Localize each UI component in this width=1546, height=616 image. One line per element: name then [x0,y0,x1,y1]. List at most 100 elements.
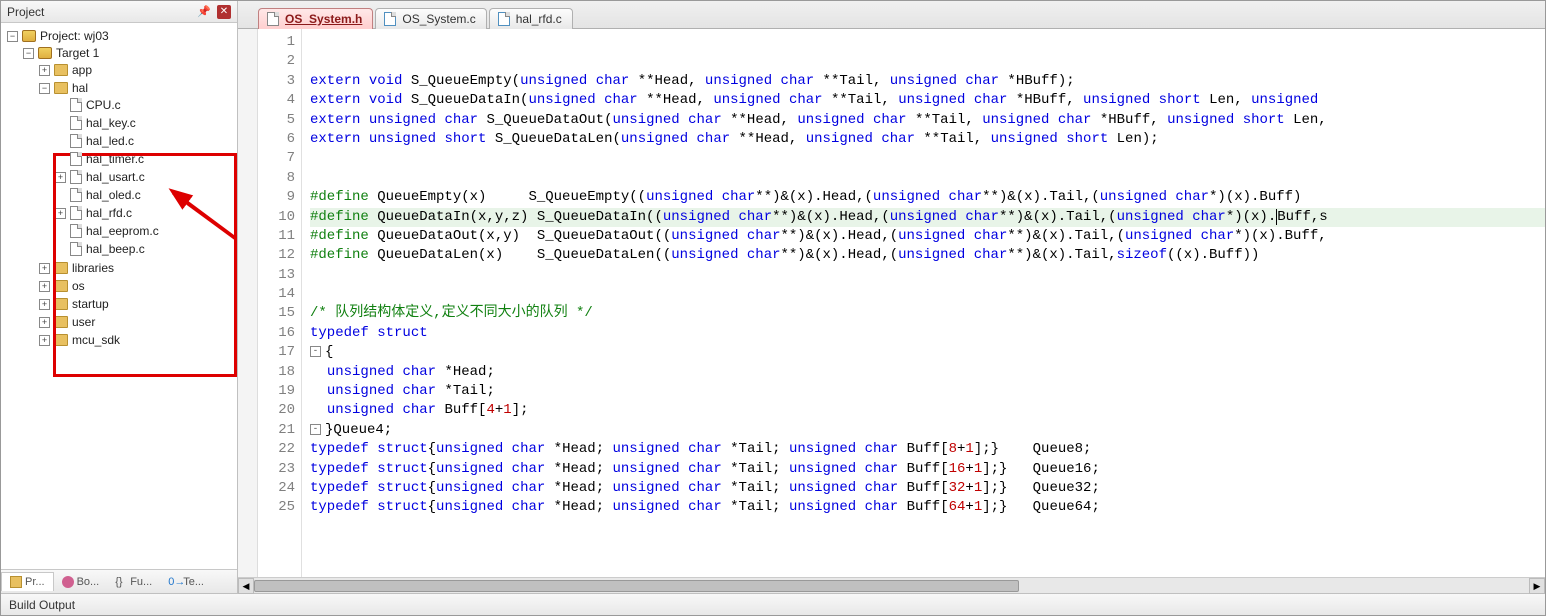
code-line-16[interactable]: typedef struct [310,324,1545,343]
file-hal_usart.c[interactable]: +hal_usart.c [53,169,237,185]
tree-item-label: Project: wj03 [40,29,109,43]
tree-item-label: hal_eeprom.c [86,224,159,238]
code-line-1[interactable] [310,33,1545,52]
file-icon [70,116,82,130]
tree-item-label: user [72,315,95,329]
ico-te-icon: 0→ [168,576,180,588]
editor-tab-label: OS_System.c [402,12,475,26]
target-icon [38,47,52,59]
file-CPU.c[interactable]: CPU.c [53,97,237,113]
scroll-track[interactable] [254,578,1529,593]
code-line-10[interactable]: #define QueueDataIn(x,y,z) S_QueueDataIn… [310,208,1545,227]
code-line-14[interactable] [310,285,1545,304]
group-user[interactable]: + user [37,314,237,330]
group-startup[interactable]: + startup [37,296,237,312]
panel-tab-label: Bo... [77,576,100,588]
group-os[interactable]: +os [37,278,237,294]
tree-toggle-icon [55,190,66,201]
scroll-right-button[interactable]: ▶ [1529,578,1545,594]
code-line-24[interactable]: typedef struct{unsigned char *Head; unsi… [310,479,1545,498]
code-line-3[interactable]: extern void S_QueueEmpty(unsigned char *… [310,72,1545,91]
panel-tab-Pr[interactable]: Pr... [1,572,54,591]
project-root[interactable]: − Project: wj03 [5,28,237,44]
editor-tab-OS_System-c[interactable]: OS_System.c [375,8,486,29]
tree-toggle-icon[interactable]: − [39,83,50,94]
code-line-17[interactable]: -{ [310,343,1545,362]
code-line-21[interactable]: -}Queue4; [310,421,1545,440]
folder-icon [54,298,68,310]
group-libraries[interactable]: +libraries [37,260,237,276]
tree-toggle-icon [55,100,66,111]
code-line-7[interactable] [310,149,1545,168]
folder-icon [54,334,68,346]
workbench: Project 📌 ✕ −Project: wj03−Target 1+app−… [1,1,1545,593]
tree-item-label: startup [72,297,109,311]
file-hal_timer.c[interactable]: hal_timer.c [53,151,237,167]
file-hal_rfd.c[interactable]: + hal_rfd.c [53,205,237,221]
editor-tab-label: OS_System.h [285,12,362,26]
project-panel-tabs[interactable]: Pr...Bo...{}Fu...0→Te... [1,569,237,593]
code-line-20[interactable]: unsigned char Buff[4+1]; [310,401,1545,420]
tree-toggle-icon [55,226,66,237]
pin-icon[interactable]: 📌 [197,5,211,18]
tree-toggle-icon[interactable]: − [7,31,18,42]
panel-tab-Bo[interactable]: Bo... [54,573,108,591]
file-hal_oled.c[interactable]: hal_oled.c [53,187,237,203]
ico-fu-icon: {} [115,576,127,588]
file-icon [70,242,82,256]
tree-toggle-icon[interactable]: + [39,335,50,346]
editor-tab-hal_rfd-c[interactable]: hal_rfd.c [489,8,573,29]
code-editor[interactable]: 1234567891011121314151617181920212223242… [238,29,1545,577]
code-line-19[interactable]: unsigned char *Tail; [310,382,1545,401]
target-node[interactable]: − Target 1 [21,45,237,61]
code-margin [238,29,258,577]
code-line-13[interactable] [310,266,1545,285]
tree-toggle-icon[interactable]: + [55,172,66,183]
panel-tab-label: Te... [183,576,204,588]
scroll-left-button[interactable]: ◀ [238,578,254,594]
group-hal[interactable]: −hal [37,80,237,96]
file-hal_key.c[interactable]: hal_key.c [53,115,237,131]
tree-toggle-icon[interactable]: + [39,263,50,274]
code-line-22[interactable]: typedef struct{unsigned char *Head; unsi… [310,440,1545,459]
group-mcu_sdk[interactable]: +mcu_sdk [37,332,237,348]
scroll-thumb[interactable] [254,580,1019,592]
code-line-12[interactable]: #define QueueDataLen(x) S_QueueDataLen((… [310,246,1545,265]
project-panel: Project 📌 ✕ −Project: wj03−Target 1+app−… [1,1,238,593]
group-app[interactable]: +app [37,62,237,78]
tree-toggle-icon[interactable]: + [39,299,50,310]
tree-toggle-icon[interactable]: + [39,65,50,76]
code-content[interactable]: extern void S_QueueEmpty(unsigned char *… [302,29,1545,577]
code-line-2[interactable] [310,52,1545,71]
editor-tab-bar[interactable]: OS_System.h OS_System.c hal_rfd.c [238,1,1545,29]
code-line-23[interactable]: typedef struct{unsigned char *Head; unsi… [310,460,1545,479]
code-line-8[interactable] [310,169,1545,188]
code-line-18[interactable]: unsigned char *Head; [310,363,1545,382]
close-icon[interactable]: ✕ [217,5,231,19]
editor-hscroll[interactable]: ◀ ▶ [238,577,1545,593]
code-line-4[interactable]: extern void S_QueueDataIn(unsigned char … [310,91,1545,110]
editor-tab-OS_System-h[interactable]: OS_System.h [258,8,373,29]
project-panel-title: Project [7,5,44,19]
file-hal_led.c[interactable]: hal_led.c [53,133,237,149]
tree-item-label: hal_rfd.c [86,206,132,220]
file-hal_eeprom.c[interactable]: hal_eeprom.c [53,223,237,239]
tree-item-label: Target 1 [56,46,99,60]
code-line-6[interactable]: extern unsigned short S_QueueDataLen(uns… [310,130,1545,149]
tree-toggle-icon[interactable]: + [55,208,66,219]
file-icon [498,12,510,26]
tree-toggle-icon[interactable]: − [23,48,34,59]
panel-tab-Fu[interactable]: {}Fu... [107,573,160,591]
file-hal_beep.c[interactable]: hal_beep.c [53,241,237,257]
code-line-5[interactable]: extern unsigned char S_QueueDataOut(unsi… [310,111,1545,130]
tree-toggle-icon[interactable]: + [39,317,50,328]
tree-toggle-icon[interactable]: + [39,281,50,292]
panel-tab-Te[interactable]: 0→Te... [160,573,212,591]
file-icon [70,134,82,148]
code-line-9[interactable]: #define QueueEmpty(x) S_QueueEmpty((unsi… [310,188,1545,207]
code-line-15[interactable]: /* 队列结构体定义,定义不同大小的队列 */ [310,304,1545,323]
code-line-25[interactable]: typedef struct{unsigned char *Head; unsi… [310,498,1545,517]
code-line-11[interactable]: #define QueueDataOut(x,y) S_QueueDataOut… [310,227,1545,246]
ide-window: Project 📌 ✕ −Project: wj03−Target 1+app−… [0,0,1546,616]
project-tree[interactable]: −Project: wj03−Target 1+app−halCPU.chal_… [1,23,237,569]
